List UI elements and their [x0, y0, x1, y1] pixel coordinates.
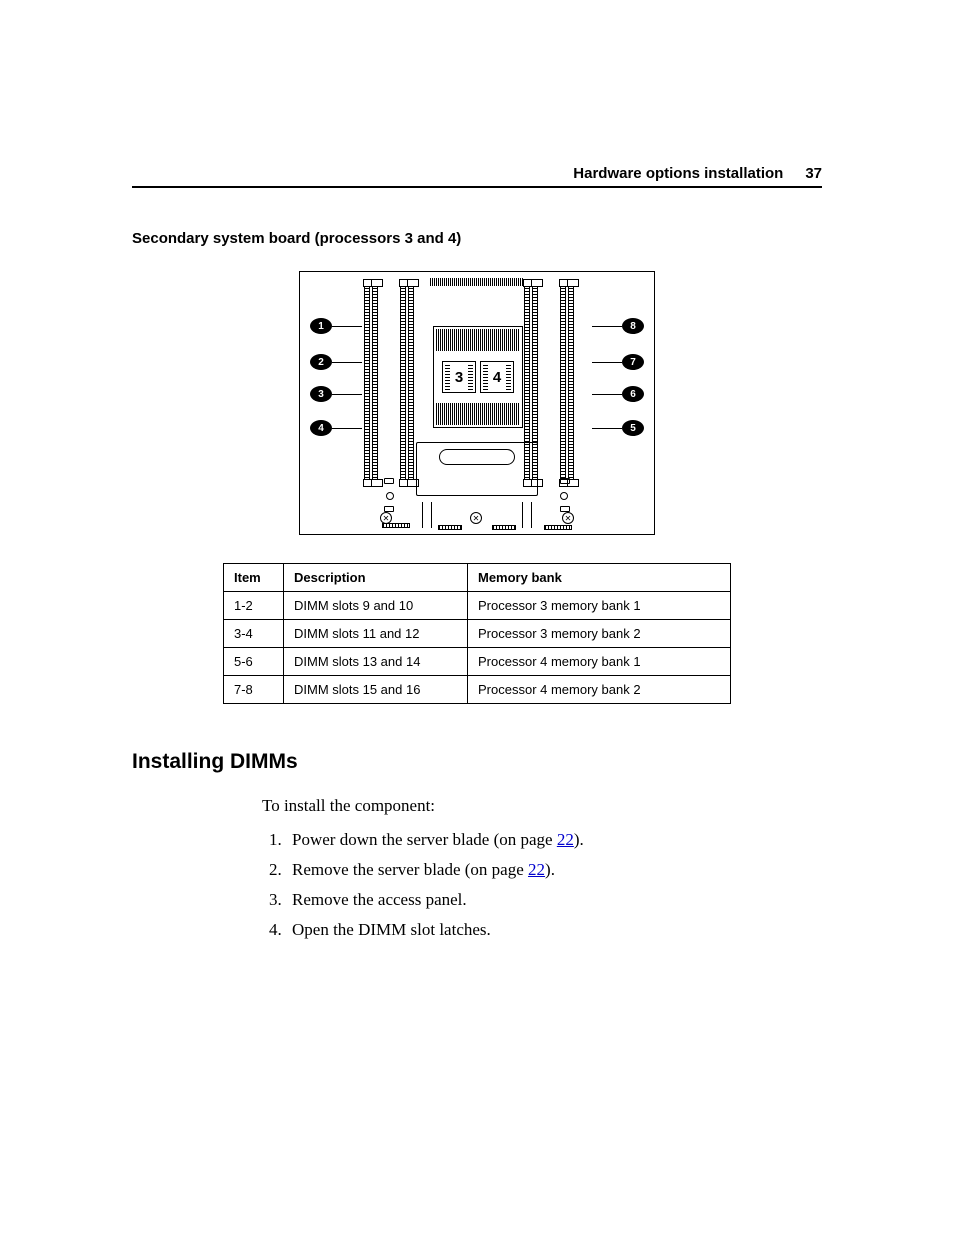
page-link[interactable]: 22	[557, 830, 574, 849]
col-header-item: Item	[224, 564, 284, 592]
callout-5: 5	[622, 420, 644, 436]
marker-icon	[560, 506, 570, 512]
footer-connector	[382, 523, 410, 528]
cell-item: 1-2	[224, 592, 284, 620]
bracket-right	[522, 502, 532, 528]
header-section-title: Hardware options installation	[573, 165, 783, 182]
cpu-socket-4: 4	[480, 361, 514, 393]
dimm-slot	[408, 284, 414, 482]
footer-connector	[492, 525, 516, 530]
step-text: Open the DIMM slot latches.	[292, 920, 491, 939]
board-top-connector	[430, 278, 524, 286]
board-diagram-wrapper: 1 2 3 4 8 7 6 5	[132, 271, 822, 535]
dimm-slot	[400, 284, 406, 482]
page-link[interactable]: 22	[528, 860, 545, 879]
callout-8: 8	[622, 318, 644, 334]
step-text-tail: ).	[545, 860, 555, 879]
cell-memory-bank: Processor 4 memory bank 2	[468, 676, 731, 704]
drive-handle	[439, 449, 515, 465]
dimm-slot	[372, 284, 378, 482]
callout-6: 6	[622, 386, 644, 402]
dimm-group-right-outer	[560, 284, 590, 482]
callout-7: 7	[622, 354, 644, 370]
section-heading: Installing DIMMs	[132, 750, 822, 774]
subsection-heading: Secondary system board (processors 3 and…	[132, 230, 822, 247]
list-item: Remove the access panel.	[286, 890, 822, 910]
marker-icon	[384, 506, 394, 512]
header-page-number: 37	[805, 165, 822, 182]
table-row: 3-4 DIMM slots 11 and 12 Processor 3 mem…	[224, 620, 731, 648]
cell-item: 5-6	[224, 648, 284, 676]
marker-icon	[384, 478, 394, 484]
step-text: Remove the server blade (on page	[292, 860, 528, 879]
cell-memory-bank: Processor 3 memory bank 1	[468, 592, 731, 620]
cpu-socket-area: 3 4	[433, 326, 523, 428]
page-header: Hardware options installation 37	[132, 165, 822, 188]
table-row: 1-2 DIMM slots 9 and 10 Processor 3 memo…	[224, 592, 731, 620]
cell-description: DIMM slots 9 and 10	[284, 592, 468, 620]
footer-connector	[438, 525, 462, 530]
cell-memory-bank: Processor 4 memory bank 1	[468, 648, 731, 676]
cpu-heatsink-bottom	[436, 403, 520, 425]
callout-4: 4	[310, 420, 332, 436]
hole-icon	[560, 492, 568, 500]
drive-tray	[416, 442, 538, 496]
cell-item: 7-8	[224, 676, 284, 704]
cell-description: DIMM slots 15 and 16	[284, 676, 468, 704]
table-row: 7-8 DIMM slots 15 and 16 Processor 4 mem…	[224, 676, 731, 704]
system-board-diagram: 1 2 3 4 8 7 6 5	[299, 271, 655, 535]
dimm-group-left-outer	[364, 284, 394, 482]
cell-description: DIMM slots 11 and 12	[284, 620, 468, 648]
table-header-row: Item Description Memory bank	[224, 564, 731, 592]
step-text-tail: ).	[574, 830, 584, 849]
marker-icon	[560, 478, 570, 484]
intro-text: To install the component:	[262, 796, 822, 816]
step-text: Power down the server blade (on page	[292, 830, 557, 849]
callout-2: 2	[310, 354, 332, 370]
cell-item: 3-4	[224, 620, 284, 648]
callout-3: 3	[310, 386, 332, 402]
list-item: Open the DIMM slot latches.	[286, 920, 822, 940]
bottom-assembly	[428, 442, 526, 528]
step-text: Remove the access panel.	[292, 890, 467, 909]
dimm-slot	[364, 284, 370, 482]
col-header-memory-bank: Memory bank	[468, 564, 731, 592]
install-steps-list: Power down the server blade (on page 22)…	[262, 830, 822, 940]
hole-icon	[386, 492, 394, 500]
callout-1: 1	[310, 318, 332, 334]
cell-memory-bank: Processor 3 memory bank 2	[468, 620, 731, 648]
list-item: Remove the server blade (on page 22).	[286, 860, 822, 880]
col-header-description: Description	[284, 564, 468, 592]
dimm-slot-table: Item Description Memory bank 1-2 DIMM sl…	[223, 563, 731, 704]
screw-icon	[562, 512, 574, 524]
bracket-left	[422, 502, 432, 528]
footer-connector	[544, 525, 572, 530]
dimm-slot	[560, 284, 566, 482]
cpu-heatsink-top	[436, 329, 520, 351]
screw-icon	[470, 512, 482, 524]
list-item: Power down the server blade (on page 22)…	[286, 830, 822, 850]
cell-description: DIMM slots 13 and 14	[284, 648, 468, 676]
dimm-slot	[568, 284, 574, 482]
cpu-socket-3: 3	[442, 361, 476, 393]
table-row: 5-6 DIMM slots 13 and 14 Processor 4 mem…	[224, 648, 731, 676]
